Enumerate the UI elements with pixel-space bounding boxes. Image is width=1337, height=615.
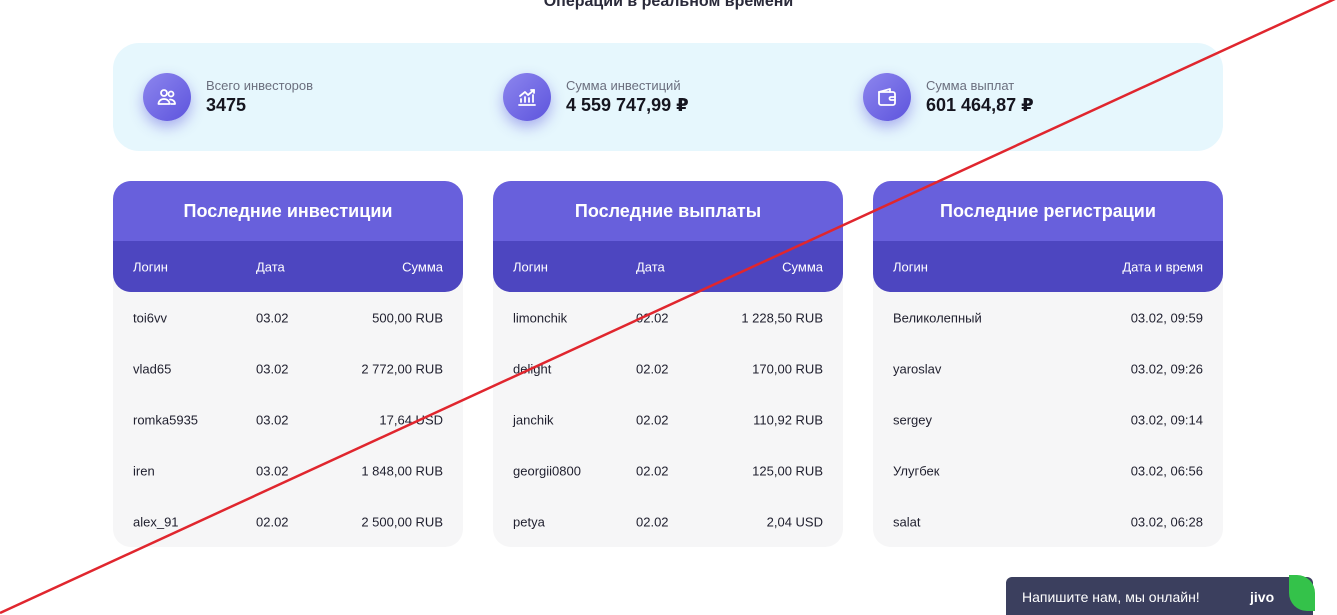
table-header: Логин Дата Сумма bbox=[113, 241, 463, 292]
stat-label: Сумма инвестиций bbox=[566, 78, 681, 93]
row-login: toi6vv bbox=[133, 310, 167, 325]
row-datetime: 03.02, 06:28 bbox=[1130, 514, 1203, 529]
column-header-login: Логин bbox=[893, 259, 928, 274]
row-login: delight bbox=[513, 361, 552, 376]
table-row: yaroslav 03.02, 09:26 bbox=[873, 343, 1223, 394]
row-date: 03.02 bbox=[256, 463, 289, 478]
row-login: romka5935 bbox=[133, 412, 199, 427]
table-row: petya 02.02 2,04 USD bbox=[493, 496, 843, 547]
row-amount: 500,00 RUB bbox=[372, 310, 443, 325]
panel-title: Последние регистрации bbox=[873, 181, 1223, 241]
row-amount: 1 228,50 RUB bbox=[741, 310, 823, 325]
panel-title: Последние выплаты bbox=[493, 181, 843, 241]
row-date: 02.02 bbox=[636, 412, 669, 427]
stat-label: Сумма выплат bbox=[926, 78, 1015, 93]
stat-value: 601 464,87 ₽ bbox=[926, 95, 1034, 115]
table-row: salat 03.02, 06:28 bbox=[873, 496, 1223, 547]
leaf-icon bbox=[1289, 575, 1315, 611]
row-login: iren bbox=[133, 463, 155, 478]
row-login: limonchik bbox=[513, 310, 568, 325]
column-header-login: Логин bbox=[513, 259, 548, 274]
row-date: 02.02 bbox=[636, 514, 669, 529]
row-datetime: 03.02, 06:56 bbox=[1130, 463, 1203, 478]
chart-growth-icon bbox=[503, 73, 551, 121]
row-login: yaroslav bbox=[893, 361, 942, 376]
column-header-amount: Сумма bbox=[402, 259, 443, 274]
table-row: romka5935 03.02 17,64 USD bbox=[113, 394, 463, 445]
row-login: Великолепный bbox=[893, 310, 982, 325]
row-login: petya bbox=[513, 514, 545, 529]
table-row: Улугбек 03.02, 06:56 bbox=[873, 445, 1223, 496]
table-row: vlad65 03.02 2 772,00 RUB bbox=[113, 343, 463, 394]
row-login: janchik bbox=[513, 412, 554, 427]
latest-investments-panel: Последние инвестиции Логин Дата Сумма to… bbox=[113, 181, 463, 547]
table-row: delight 02.02 170,00 RUB bbox=[493, 343, 843, 394]
stat-value: 4 559 747,99 ₽ bbox=[566, 95, 689, 115]
column-header-date: Дата bbox=[636, 259, 665, 274]
row-amount: 125,00 RUB bbox=[752, 463, 823, 478]
page-title: Операции в реальном времени bbox=[543, 0, 794, 10]
users-icon bbox=[143, 73, 191, 121]
row-login: georgii0800 bbox=[513, 463, 581, 478]
row-amount: 2 772,00 RUB bbox=[361, 361, 443, 376]
row-amount: 2,04 USD bbox=[766, 514, 823, 529]
row-datetime: 03.02, 09:26 bbox=[1130, 361, 1203, 376]
row-date: 03.02 bbox=[256, 412, 289, 427]
row-login: sergey bbox=[893, 412, 933, 427]
wallet-icon bbox=[863, 73, 911, 121]
chat-prompt: Напишите нам, мы онлайн! bbox=[1022, 589, 1200, 605]
column-header-datetime: Дата и время bbox=[1122, 259, 1203, 274]
row-date: 02.02 bbox=[636, 310, 669, 325]
table-row: iren 03.02 1 848,00 RUB bbox=[113, 445, 463, 496]
panel-title: Последние инвестиции bbox=[113, 181, 463, 241]
row-amount: 2 500,00 RUB bbox=[361, 514, 443, 529]
row-date: 03.02 bbox=[256, 310, 289, 325]
row-datetime: 03.02, 09:14 bbox=[1130, 412, 1203, 427]
table-header: Логин Дата и время bbox=[873, 241, 1223, 292]
column-header-amount: Сумма bbox=[782, 259, 823, 274]
row-amount: 17,64 USD bbox=[379, 412, 443, 427]
stat-total-investments: Сумма инвестиций 4 559 747,99 ₽ bbox=[503, 73, 689, 121]
table-row: janchik 02.02 110,92 RUB bbox=[493, 394, 843, 445]
table-row: limonchik 02.02 1 228,50 RUB bbox=[493, 292, 843, 343]
column-header-date: Дата bbox=[256, 259, 285, 274]
row-amount: 170,00 RUB bbox=[752, 361, 823, 376]
row-amount: 1 848,00 RUB bbox=[361, 463, 443, 478]
table-header: Логин Дата Сумма bbox=[493, 241, 843, 292]
column-header-login: Логин bbox=[133, 259, 168, 274]
table-row: sergey 03.02, 09:14 bbox=[873, 394, 1223, 445]
table-row: georgii0800 02.02 125,00 RUB bbox=[493, 445, 843, 496]
row-date: 02.02 bbox=[636, 361, 669, 376]
row-date: 02.02 bbox=[636, 463, 669, 478]
row-login: Улугбек bbox=[893, 463, 940, 478]
row-login: salat bbox=[893, 514, 921, 529]
stat-value: 3475 bbox=[206, 95, 247, 115]
row-login: alex_91 bbox=[133, 514, 179, 529]
latest-registrations-panel: Последние регистрации Логин Дата и время… bbox=[873, 181, 1223, 547]
row-date: 03.02 bbox=[256, 361, 289, 376]
stat-total-payouts: Сумма выплат 601 464,87 ₽ bbox=[863, 73, 1034, 121]
table-row: toi6vv 03.02 500,00 RUB bbox=[113, 292, 463, 343]
latest-payouts-panel: Последние выплаты Логин Дата Сумма limon… bbox=[493, 181, 843, 547]
row-date: 02.02 bbox=[256, 514, 289, 529]
stat-total-investors: Всего инвесторов 3475 bbox=[143, 73, 313, 121]
stat-label: Всего инвесторов bbox=[206, 78, 314, 93]
row-amount: 110,92 RUB bbox=[753, 412, 823, 427]
table-row: alex_91 02.02 2 500,00 RUB bbox=[113, 496, 463, 547]
row-datetime: 03.02, 09:59 bbox=[1130, 310, 1203, 325]
chat-widget-button[interactable]: Напишите нам, мы онлайн! jivo bbox=[1006, 575, 1315, 615]
table-row: Великолепный 03.02, 09:59 bbox=[873, 292, 1223, 343]
row-login: vlad65 bbox=[133, 361, 172, 376]
jivo-logo: jivo bbox=[1250, 589, 1275, 605]
stats-bar: Всего инвесторов 3475 Сумма инвестиций 4… bbox=[113, 43, 1223, 151]
